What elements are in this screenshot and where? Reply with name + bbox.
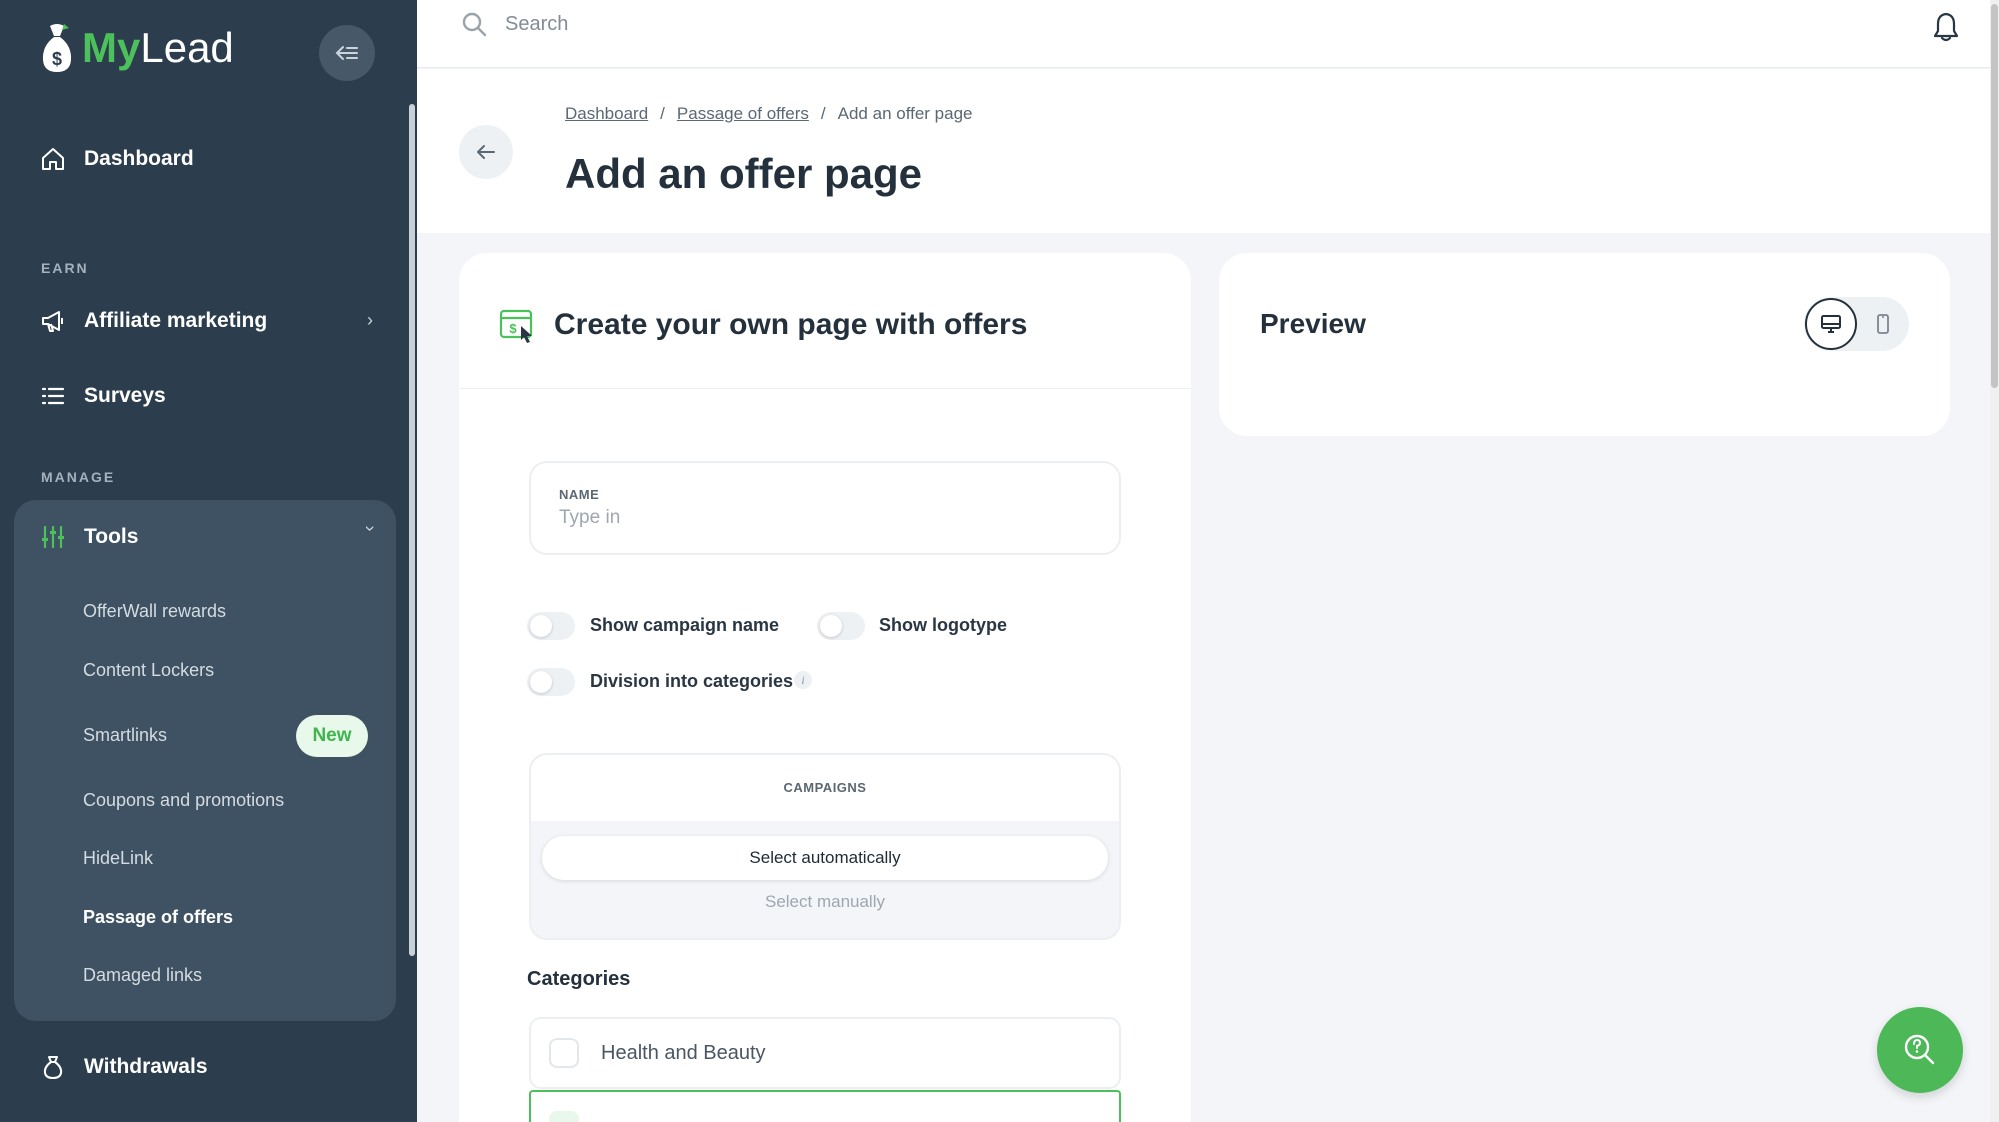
- category-checkbox[interactable]: [549, 1038, 579, 1068]
- sliders-icon: [42, 525, 64, 549]
- category-label: Health and Beauty: [601, 1042, 766, 1064]
- sidebar-item-label: Surveys: [84, 384, 166, 407]
- new-badge: New: [296, 715, 368, 757]
- collapse-icon: [335, 46, 358, 60]
- section-label-manage: MANAGE: [41, 469, 116, 485]
- toggle-label-show-logotype: Show logotype: [879, 615, 1007, 635]
- tools-submenu-panel: [14, 500, 396, 1021]
- category-row-selected[interactable]: [529, 1090, 1121, 1122]
- preview-title: Preview: [1260, 308, 1366, 339]
- campaigns-label: CAMPAIGNS: [783, 780, 867, 795]
- page-scrollbar[interactable]: [1990, 0, 1999, 1122]
- logo-text: MyLead: [82, 24, 234, 71]
- sidebar-subitem-passage-of-offers[interactable]: Passage of offers: [83, 907, 233, 928]
- bell-icon[interactable]: [1931, 11, 1961, 43]
- money-bag-outline-icon: [43, 1056, 63, 1079]
- smartphone-icon: [1877, 314, 1889, 334]
- sidebar-subitem-coupons[interactable]: Coupons and promotions: [83, 790, 284, 811]
- page-scrollbar-thumb[interactable]: [1991, 4, 1998, 388]
- section-label-earn: EARN: [41, 260, 89, 276]
- breadcrumb: Dashboard / Passage of offers / Add an o…: [565, 104, 973, 124]
- mylead-logo[interactable]: $ MyLead: [40, 22, 234, 74]
- back-button[interactable]: [459, 125, 513, 179]
- name-label: NAME: [559, 487, 600, 502]
- sidebar-item-dashboard[interactable]: Dashboard: [40, 146, 194, 172]
- select-automatically-button[interactable]: Select automatically: [542, 836, 1108, 880]
- sidebar: $ MyLead Dashboard EARN Affiliate market…: [0, 0, 417, 1122]
- arrow-left-icon: [477, 145, 495, 159]
- sidebar-item-affiliate[interactable]: Affiliate marketing: [40, 308, 267, 334]
- name-input[interactable]: [559, 507, 1089, 529]
- money-bag-icon: $: [42, 24, 72, 72]
- list-icon: [41, 387, 65, 405]
- sidebar-item-label: Dashboard: [84, 147, 194, 170]
- browser-dollar-icon: $: [499, 309, 533, 343]
- help-chat-icon: [1904, 1034, 1935, 1065]
- megaphone-icon: [42, 311, 63, 332]
- toggle-label-division-categories: Division into categories: [590, 671, 794, 691]
- sidebar-item-tools[interactable]: Tools: [40, 524, 138, 550]
- breadcrumb-separator: /: [660, 104, 665, 123]
- collapse-sidebar-button[interactable]: [319, 25, 375, 81]
- sidebar-item-label: Tools: [84, 525, 139, 548]
- categories-title: Categories: [527, 968, 631, 990]
- breadcrumb-separator: /: [820, 104, 826, 123]
- breadcrumb-passage-of-offers[interactable]: Passage of offers: [677, 104, 809, 124]
- sidebar-subitem-smartlinks[interactable]: Smartlinks: [83, 725, 167, 746]
- sidebar-item-withdrawals[interactable]: Withdrawals: [40, 1054, 208, 1080]
- toggle-division-categories[interactable]: [527, 668, 575, 696]
- mobile-preview-button[interactable]: [1867, 308, 1899, 340]
- form-title: Create your own page with offers: [554, 308, 1028, 341]
- sidebar-subitem-offerwall[interactable]: OfferWall rewards: [83, 601, 226, 622]
- toggle-show-logotype[interactable]: [817, 612, 865, 640]
- chevron-right-icon: ›: [367, 310, 373, 330]
- sidebar-item-label: Withdrawals: [84, 1055, 208, 1078]
- chevron-down-icon: ›: [360, 525, 381, 532]
- sidebar-subitem-damaged-links[interactable]: Damaged links: [83, 965, 202, 986]
- page-title: Add an offer page: [565, 150, 923, 197]
- home-icon: [42, 148, 64, 170]
- sidebar-item-label: Affiliate marketing: [84, 309, 268, 332]
- svg-text:$: $: [52, 49, 62, 69]
- desktop-preview-button[interactable]: [1805, 298, 1857, 350]
- breadcrumb-dashboard[interactable]: Dashboard: [565, 104, 648, 124]
- sidebar-item-surveys[interactable]: Surveys: [40, 383, 166, 409]
- toggle-show-campaign-name[interactable]: [527, 612, 575, 640]
- search-input[interactable]: [505, 8, 1105, 40]
- info-icon[interactable]: i: [794, 671, 812, 689]
- breadcrumb-current: Add an offer page: [837, 104, 973, 123]
- help-chat-button[interactable]: [1877, 1007, 1963, 1093]
- search-icon: [462, 12, 487, 37]
- select-manually-button[interactable]: Select manually: [529, 892, 1121, 912]
- monitor-icon: [1821, 315, 1841, 333]
- svg-text:$: $: [509, 321, 517, 336]
- toggle-label-show-campaign-name: Show campaign name: [590, 615, 780, 635]
- sidebar-subitem-hidelink[interactable]: HideLink: [83, 848, 153, 869]
- category-checkbox-checked[interactable]: [549, 1111, 579, 1122]
- sidebar-subitem-content-lockers[interactable]: Content Lockers: [83, 660, 214, 681]
- sidebar-scrollbar[interactable]: [409, 104, 415, 956]
